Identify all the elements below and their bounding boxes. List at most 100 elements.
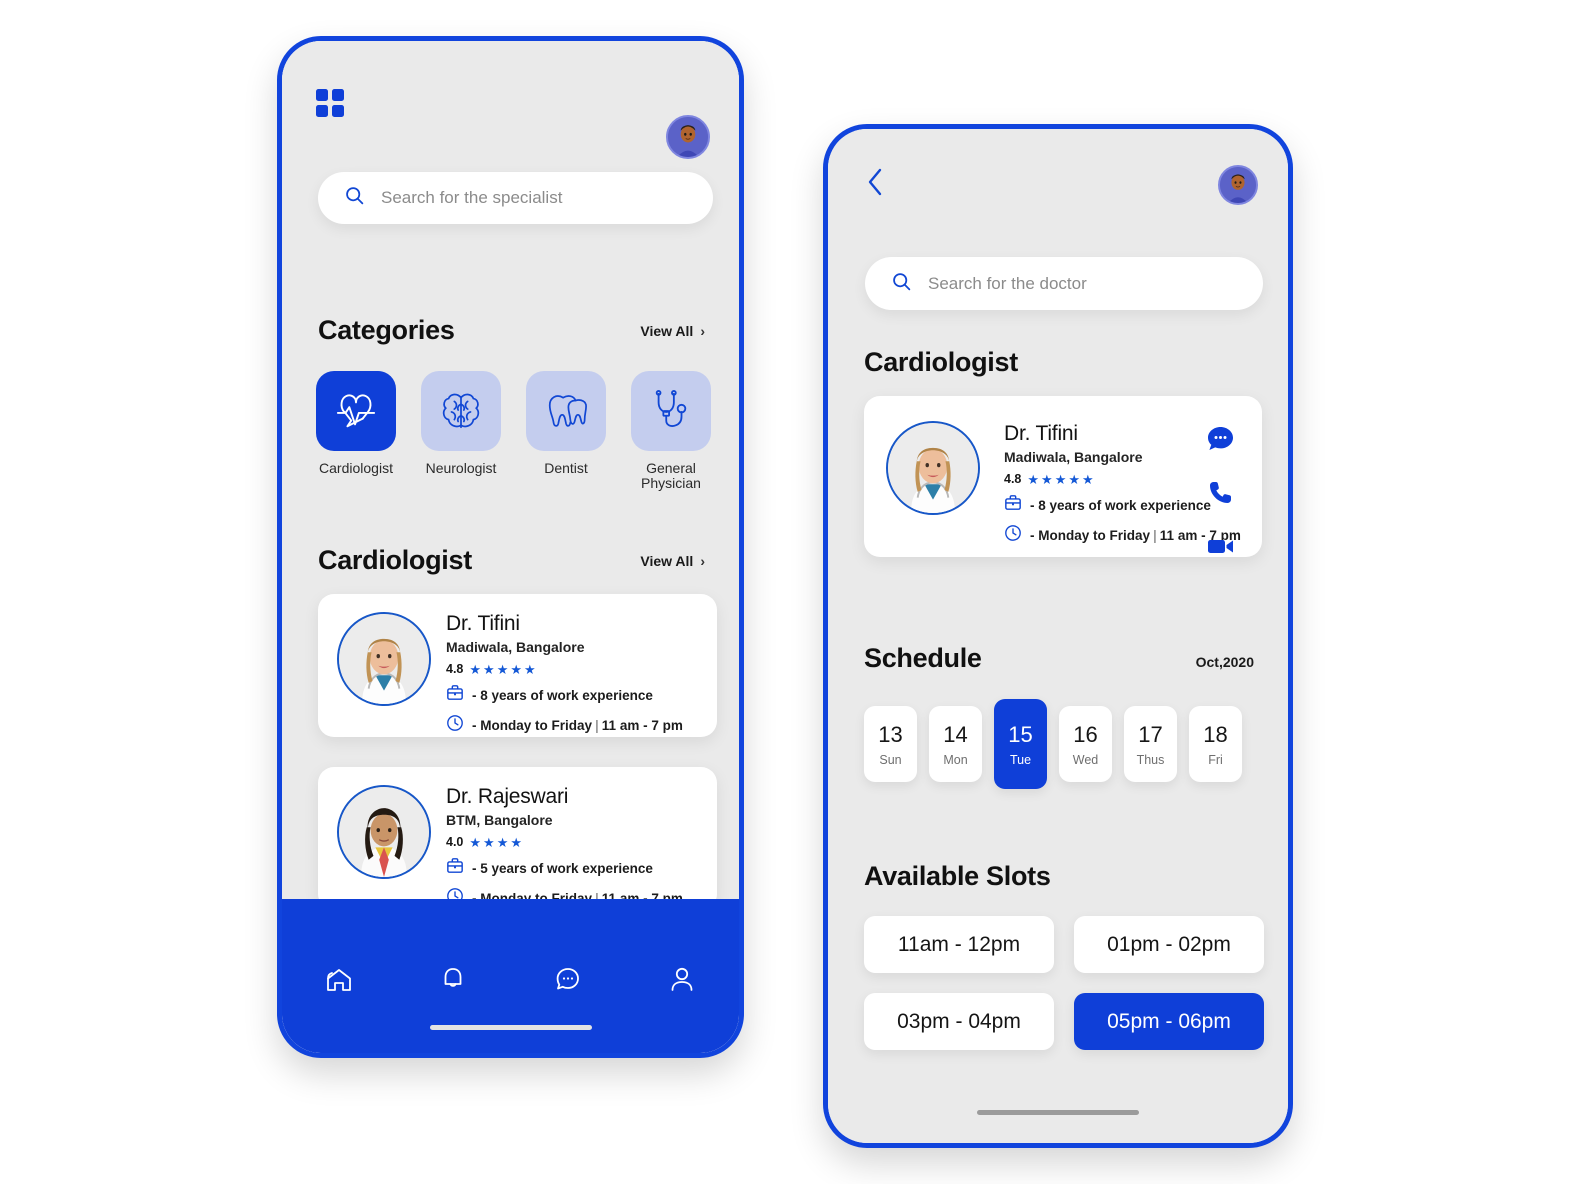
doctor-experience-text: - 8 years of work experience [1030,497,1211,513]
day-date: 13 [878,721,903,747]
rating-value: 4.0 [446,835,464,849]
nav-home-button[interactable] [311,961,367,1003]
rating-stars: ★ ★ ★ ★ ★ [1027,473,1093,486]
available-slots-title: Available Slots [864,861,1051,891]
brain-icon [421,371,501,451]
doctor-rating: 4.8 ★ ★ ★ ★ ★ [446,662,683,676]
rating-stars: ★ ★ ★ ★ [469,836,522,849]
doctors-view-all-button[interactable]: View All › [640,553,705,569]
star-icon: ★ [524,661,536,677]
chat-bubble-icon [553,966,583,999]
doctor-experience-text: - 8 years of work experience [472,687,653,703]
doctor-name: Dr. Rajeswari [446,785,569,808]
rating-stars: ★ ★ ★ ★ ★ [469,663,535,676]
categories-view-all-button[interactable]: View All › [640,323,705,339]
doctor-card[interactable]: Dr. Tifini Madiwala, Bangalore 4.8 ★ ★ ★ ★ ★ [318,594,717,737]
stethoscope-icon [631,371,711,451]
home-icon [324,965,354,1000]
call-action-button[interactable] [1205,482,1235,508]
rating-value: 4.8 [446,662,464,676]
day-weekday: Fri [1208,752,1223,767]
day-date: 16 [1073,721,1098,747]
star-icon: ★ [483,661,495,677]
day-date: 17 [1138,721,1163,747]
schedule-day[interactable]: 18 Fri [1189,706,1242,782]
star-icon: ★ [1041,471,1053,487]
rating-value: 4.8 [1004,472,1022,486]
home-indicator [429,1025,592,1030]
slot-option[interactable]: 11am - 12pm [864,916,1054,973]
tooth-icon [526,371,606,451]
doctor-experience-row: - 8 years of work experience [446,684,683,706]
category-general-physician[interactable]: General Physician [631,371,711,491]
chat-bubble-icon [1207,426,1234,456]
day-date: 15 [1008,721,1033,747]
chevron-right-icon: › [700,552,705,569]
nav-profile-button[interactable] [654,961,710,1003]
search-input[interactable]: Search for the specialist [318,172,713,224]
doctor-location: BTM, Bangalore [446,812,553,828]
categories-title: Categories [318,315,455,345]
day-weekday: Sun [879,752,902,767]
star-icon: ★ [469,661,482,677]
search-input[interactable]: Search for the doctor [865,257,1263,310]
schedule-day[interactable]: 14 Mon [929,706,982,782]
schedule-day-selected[interactable]: 15 Tue [994,699,1047,789]
phone-icon [1208,480,1233,510]
category-cardiologist[interactable]: Cardiologist [316,371,396,491]
schedule-day[interactable]: 17 Thus [1124,706,1177,782]
user-avatar[interactable] [1218,165,1258,205]
star-icon: ★ [510,834,523,850]
doctor-experience-text: - 5 years of work experience [472,860,653,876]
day-weekday: Thus [1136,752,1165,767]
day-weekday: Tue [1009,752,1032,767]
doctor-photo [886,421,980,515]
doctor-location: Madiwala, Bangalore [446,639,585,655]
day-weekday: Wed [1072,752,1099,767]
clock-icon [1004,524,1022,547]
star-icon: ★ [483,834,495,850]
day-weekday: Mon [943,752,968,767]
day-date: 14 [943,721,968,747]
home-screen-body: Search for the specialist Categories Vie… [282,41,739,1053]
bell-icon [439,965,467,1000]
category-label: Cardiologist [319,460,393,476]
video-camera-icon [1207,537,1234,561]
star-icon: ★ [1027,471,1040,487]
briefcase-icon [446,857,464,879]
star-icon: ★ [1082,471,1094,487]
chevron-right-icon: › [700,322,705,339]
schedule-day-list: 13 Sun 14 Mon 15 Tue 16 Wed 17 Thus 18 F… [864,699,1242,789]
schedule-header: Schedule Oct,2020 [864,643,1254,674]
star-icon: ★ [496,661,509,677]
grid-menu-icon[interactable] [316,89,346,119]
home-indicator [977,1110,1139,1115]
schedule-day[interactable]: 13 Sun [864,706,917,782]
category-neurologist[interactable]: Neurologist [421,371,501,491]
video-call-action-button[interactable] [1205,536,1235,562]
phone-detail-screen: Search for the doctor Cardiologist Dr. T… [823,124,1293,1148]
schedule-title: Schedule [864,643,982,673]
heart-pulse-icon [316,371,396,451]
doctor-name: Dr. Tifini [446,612,520,635]
day-date: 18 [1203,721,1228,747]
slot-option[interactable]: 01pm - 02pm [1074,916,1264,973]
briefcase-icon [1004,494,1022,516]
schedule-day[interactable]: 16 Wed [1059,706,1112,782]
doctors-view-all-label: View All [640,552,694,569]
doctor-card[interactable]: Dr. Rajeswari BTM, Bangalore 4.0 ★★★★ [318,767,717,910]
search-placeholder-text: Search for the doctor [928,273,1087,293]
user-avatar[interactable] [666,115,710,159]
star-icon: ★ [496,834,509,850]
slot-option[interactable]: 03pm - 04pm [864,993,1054,1050]
phone-home-screen: Search for the specialist Categories Vie… [277,36,744,1058]
briefcase-icon [446,684,464,706]
nav-messages-button[interactable] [540,961,596,1003]
category-dentist[interactable]: Dentist [526,371,606,491]
doctor-photo [337,612,431,706]
back-chevron-icon[interactable] [861,165,891,199]
slot-option-selected[interactable]: 05pm - 06pm [1074,993,1264,1050]
chat-action-button[interactable] [1205,426,1235,456]
doctor-card[interactable]: Dr. Tifini Madiwala, Bangalore 4.8 ★ ★ ★ ★ ★ [864,396,1262,557]
nav-notifications-button[interactable] [425,961,481,1003]
